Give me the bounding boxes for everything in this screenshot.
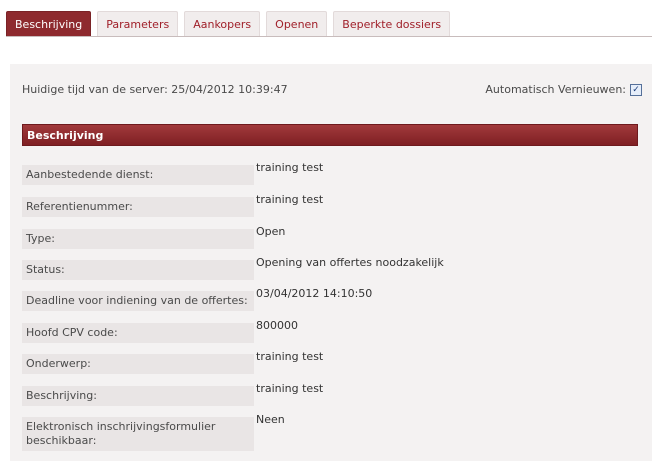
field-value-deadline: 03/04/2012 14:10:50 <box>256 287 373 300</box>
field-label-status: Status: <box>22 260 254 280</box>
field-label-onderwerp: Onderwerp: <box>22 354 254 374</box>
field-value-hoofd-cpv-code: 800000 <box>256 319 298 332</box>
field-label-type: Type: <box>22 229 254 249</box>
auto-refresh-label: Automatisch Vernieuwen: <box>485 83 626 96</box>
checkmark-icon: ✓ <box>632 85 640 95</box>
field-value-status: Opening van offertes noodzakelijk <box>256 256 444 269</box>
tab-parameters[interactable]: Parameters <box>97 11 179 36</box>
auto-refresh: Automatisch Vernieuwen: ✓ <box>485 83 642 97</box>
field-value-onderwerp: training test <box>256 350 324 363</box>
tab-openen[interactable]: Openen <box>266 11 328 36</box>
field-label-referentienummer: Referentienummer: <box>22 197 254 217</box>
server-time: Huidige tijd van de server: 25/04/2012 1… <box>22 83 288 96</box>
server-info-row: Huidige tijd van de server: 25/04/2012 1… <box>22 83 642 97</box>
tab-beperkte-dossiers[interactable]: Beperkte dossiers <box>333 11 451 36</box>
field-label-aanbestedende-dienst: Aanbestedende dienst: <box>22 165 254 185</box>
field-value-aanbestedende-dienst: training test <box>256 161 324 174</box>
auto-refresh-checkbox[interactable]: ✓ <box>630 84 642 96</box>
tab-bar: Beschrijving Parameters Aankopers Openen… <box>6 10 652 37</box>
field-value-type: Open <box>256 225 286 238</box>
field-label-elektronisch-formulier: Elektronisch inschrijvingsformulier besc… <box>22 417 254 451</box>
field-label-hoofd-cpv-code: Hoofd CPV code: <box>22 323 254 343</box>
field-label-deadline: Deadline voor indiening van de offertes: <box>22 291 254 311</box>
content-panel: Huidige tijd van de server: 25/04/2012 1… <box>10 64 652 461</box>
tab-beschrijving[interactable]: Beschrijving <box>6 11 92 36</box>
field-label-beschrijving: Beschrijving: <box>22 386 254 406</box>
field-value-beschrijving: training test <box>256 382 324 395</box>
section-header: Beschrijving <box>22 124 638 146</box>
field-value-elektronisch-formulier: Neen <box>256 413 285 426</box>
tab-aankopers[interactable]: Aankopers <box>184 11 261 36</box>
field-value-referentienummer: training test <box>256 193 324 206</box>
